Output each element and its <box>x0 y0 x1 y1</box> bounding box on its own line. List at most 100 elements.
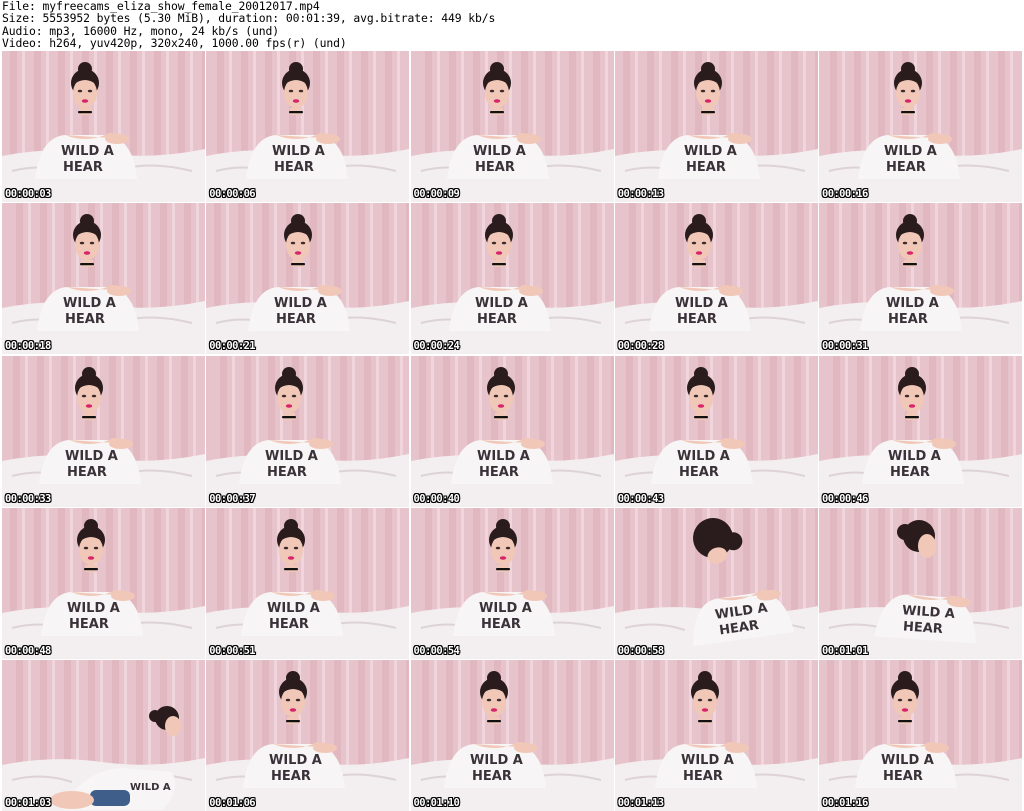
thumbnail-image: WILD A HEAR <box>206 203 410 355</box>
thumbnail-timestamp: 00:00:18 <box>5 340 51 353</box>
svg-text:HEAR: HEAR <box>481 617 521 632</box>
thumbnail-image: WILD A HEAR <box>614 660 818 811</box>
video-thumbnail: WILD A HEAR 00:00:18 <box>2 203 205 355</box>
thumbnail-timestamp: 00:00:54 <box>413 644 460 657</box>
thumbnail-image: WILD A HEAR <box>819 507 1022 659</box>
thumbnail-image: WILD A HEAR <box>410 355 614 507</box>
thumbnail-image: WILD A HEAR <box>614 203 818 355</box>
thumbnail-timestamp: 00:00:21 <box>209 340 256 353</box>
svg-text:HEAR: HEAR <box>686 160 726 175</box>
svg-text:WILD A: WILD A <box>274 296 327 311</box>
thumbnail-timestamp: 00:00:43 <box>617 492 664 505</box>
video-thumbnail: WILD A HEAR 00:00:54 <box>410 507 614 659</box>
svg-text:HEAR: HEAR <box>890 465 930 480</box>
thumbnail-timestamp: 00:01:16 <box>822 797 868 809</box>
svg-text:WILD A: WILD A <box>63 296 116 311</box>
thumbnail-image: WILD A HEAR <box>410 660 614 811</box>
video-thumbnail: WILD A HEAR 00:00:16 <box>819 51 1022 202</box>
thumbnail-image: WILD A HEAR <box>614 355 818 507</box>
svg-text:WILD A: WILD A <box>272 144 325 159</box>
svg-text:WILD A: WILD A <box>681 753 734 768</box>
svg-text:WILD A: WILD A <box>470 753 523 768</box>
svg-text:HEAR: HEAR <box>63 160 103 175</box>
svg-text:WILD A: WILD A <box>65 449 118 464</box>
thumbnail-timestamp: 00:01:10 <box>413 797 460 809</box>
video-thumbnail: WILD A HEAR 00:00:09 <box>410 51 614 202</box>
thumbnail-timestamp: 00:00:28 <box>617 340 664 353</box>
thumbnail-image: WILD A HEAR <box>819 203 1022 355</box>
video-thumbnail: WILD A HEAR 00:00:46 <box>819 355 1022 507</box>
svg-text:WILD A: WILD A <box>479 601 532 616</box>
thumbnail-image: WILD A HEAR <box>206 507 410 659</box>
svg-text:HEAR: HEAR <box>475 160 515 175</box>
svg-text:WILD A: WILD A <box>130 782 171 793</box>
video-thumbnail: WILD A HEAR 00:01:06 <box>206 660 410 811</box>
video-thumbnail: WILD A HEAR 00:00:31 <box>819 203 1022 355</box>
video-thumbnail: WILD A HEAR 00:00:24 <box>410 203 614 355</box>
thumbnail-image: WILD A HEAR <box>614 507 818 659</box>
thumbnail-image: WILD A HEAR <box>819 51 1022 202</box>
video-thumbnail: WILD A HEAR 00:00:28 <box>614 203 818 355</box>
svg-text:HEAR: HEAR <box>679 465 719 480</box>
svg-text:WILD A: WILD A <box>473 144 526 159</box>
thumbnail-timestamp: 00:00:24 <box>413 340 460 353</box>
thumbnail-timestamp: 00:00:03 <box>5 188 51 200</box>
thumbnail-timestamp: 00:00:37 <box>209 492 256 505</box>
svg-text:WILD A: WILD A <box>477 449 530 464</box>
svg-text:HEAR: HEAR <box>883 769 923 784</box>
thumbnail-timestamp: 00:00:16 <box>822 188 868 200</box>
file-info-header: File: myfreecams_eliza_show_female_20012… <box>2 0 1022 50</box>
thumbnail-timestamp: 00:00:09 <box>413 188 460 200</box>
thumbnail-timestamp: 00:00:48 <box>5 644 51 657</box>
thumbnail-timestamp: 00:00:46 <box>822 492 868 505</box>
svg-text:HEAR: HEAR <box>902 619 943 637</box>
video-thumbnail: WILD A HEAR 00:00:13 <box>614 51 818 202</box>
thumbnail-image: WILD A HEAR <box>206 355 410 507</box>
thumbnail-image: WILD A HEAR <box>410 51 614 202</box>
svg-text:HEAR: HEAR <box>477 312 517 327</box>
svg-text:WILD A: WILD A <box>267 601 320 616</box>
thumbnail-timestamp: 00:01:06 <box>209 797 256 809</box>
video-thumbnail: WILD A HEAR 00:00:33 <box>2 355 205 507</box>
svg-text:WILD A: WILD A <box>884 144 937 159</box>
svg-text:HEAR: HEAR <box>276 312 316 327</box>
thumbnail-image: WILD A HEAR <box>2 355 205 507</box>
svg-text:WILD A: WILD A <box>684 144 737 159</box>
svg-text:WILD A: WILD A <box>675 296 728 311</box>
thumbnail-image: WILD A HEAR <box>2 51 205 202</box>
svg-text:HEAR: HEAR <box>677 312 717 327</box>
svg-text:HEAR: HEAR <box>65 312 105 327</box>
svg-text:WILD A: WILD A <box>886 296 939 311</box>
svg-text:WILD A: WILD A <box>475 296 528 311</box>
thumbnail-timestamp: 00:00:40 <box>413 492 460 505</box>
thumbnail-timestamp: 00:00:51 <box>209 644 256 657</box>
thumbnail-timestamp: 00:00:06 <box>209 188 256 200</box>
thumbnail-timestamp: 00:00:58 <box>617 644 664 657</box>
svg-text:WILD A: WILD A <box>881 753 934 768</box>
thumbnail-timestamp: 00:00:33 <box>5 492 51 505</box>
thumbnail-image: WILD A HEAR <box>819 660 1022 811</box>
svg-text:WILD A: WILD A <box>677 449 730 464</box>
svg-text:WILD A: WILD A <box>67 601 120 616</box>
video-thumbnail: WILD A HEAR 00:00:37 <box>206 355 410 507</box>
thumbnail-grid: WILD A HEAR 00:00:03 WILD A HEAR 00:00:0… <box>2 51 1022 811</box>
thumbnail-timestamp: 00:00:13 <box>617 188 664 200</box>
thumbnail-timestamp: 00:01:03 <box>5 797 51 809</box>
file-size-line: Size: 5553952 bytes (5.30 MiB), duration… <box>2 11 496 26</box>
video-thumbnail: WILD A 00:01:03 <box>2 660 205 811</box>
svg-text:HEAR: HEAR <box>886 160 926 175</box>
video-thumbnail: WILD A HEAR 00:00:51 <box>206 507 410 659</box>
video-thumbnail: WILD A HEAR 00:01:10 <box>410 660 614 811</box>
svg-text:HEAR: HEAR <box>888 312 928 327</box>
thumbnail-image: WILD A HEAR <box>206 660 410 811</box>
svg-text:HEAR: HEAR <box>472 769 512 784</box>
video-thumbnail: WILD A HEAR 00:00:21 <box>206 203 410 355</box>
thumbnail-image: WILD A <box>2 660 205 811</box>
video-thumbnail: WILD A HEAR 00:00:58 <box>614 507 818 659</box>
svg-text:HEAR: HEAR <box>67 465 107 480</box>
thumbnail-image: WILD A HEAR <box>819 355 1022 507</box>
thumbnail-image: WILD A HEAR <box>2 507 205 659</box>
svg-text:HEAR: HEAR <box>69 617 109 632</box>
video-thumbnail: WILD A HEAR 00:00:03 <box>2 51 205 202</box>
thumbnail-image: WILD A HEAR <box>410 203 614 355</box>
